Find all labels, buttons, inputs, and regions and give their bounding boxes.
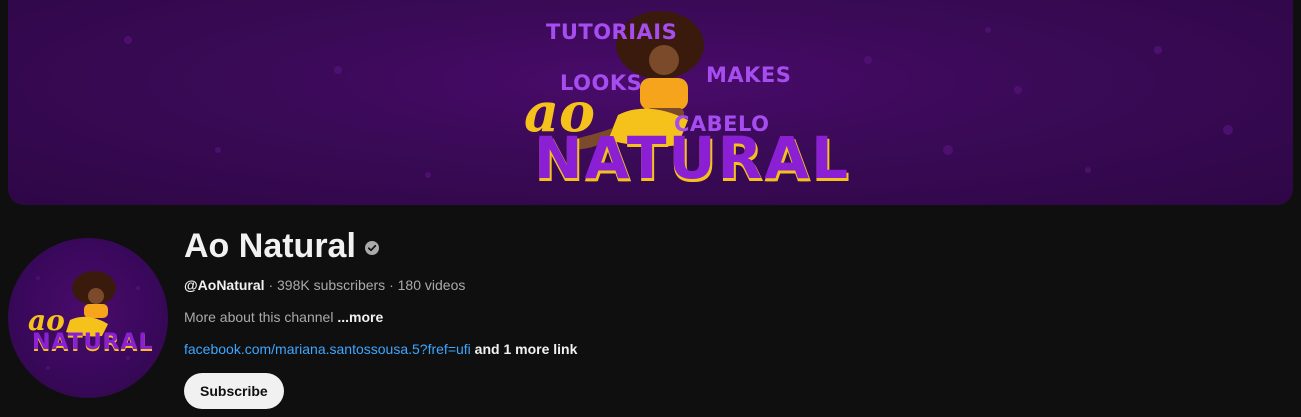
meta-separator: · [385,277,398,293]
channel-description[interactable]: More about this channel ...more [184,307,577,327]
facebook-link[interactable]: facebook.com/mariana.santossousa.5?fref=… [184,341,471,357]
channel-handle: @AoNatural [184,277,265,293]
video-count: 180 videos [397,277,466,293]
subscribe-button[interactable]: Subscribe [184,373,284,409]
more-links-button[interactable]: and 1 more link [475,341,578,357]
avatar-logo-natural: NATURAL [32,330,154,355]
banner-logo-natural: NATURAL [534,124,851,192]
channel-page: TUTORIAIS LOOKS MAKES CABELO ao NATURAL … [0,0,1301,417]
more-button[interactable]: ...more [337,309,383,325]
subscriber-count: 398K subscribers [277,277,386,293]
channel-title-row: Ao Natural [184,226,577,266]
channel-info: Ao Natural @AoNatural · 398K subscribers… [184,226,577,409]
channel-banner: TUTORIAIS LOOKS MAKES CABELO ao NATURAL [8,0,1293,205]
meta-separator: · [264,277,278,293]
channel-links: facebook.com/mariana.santossousa.5?fref=… [184,339,577,359]
channel-meta: @AoNatural · 398K subscribers · 180 vide… [184,275,577,295]
verified-check-icon[interactable] [364,241,379,255]
banner-word-makes: MAKES [706,63,792,87]
channel-avatar[interactable]: ao NATURAL [8,238,168,398]
channel-name: Ao Natural [184,227,356,265]
banner-word-tutoriais: TUTORIAIS [546,20,678,44]
description-text: More about this channel [184,309,334,325]
